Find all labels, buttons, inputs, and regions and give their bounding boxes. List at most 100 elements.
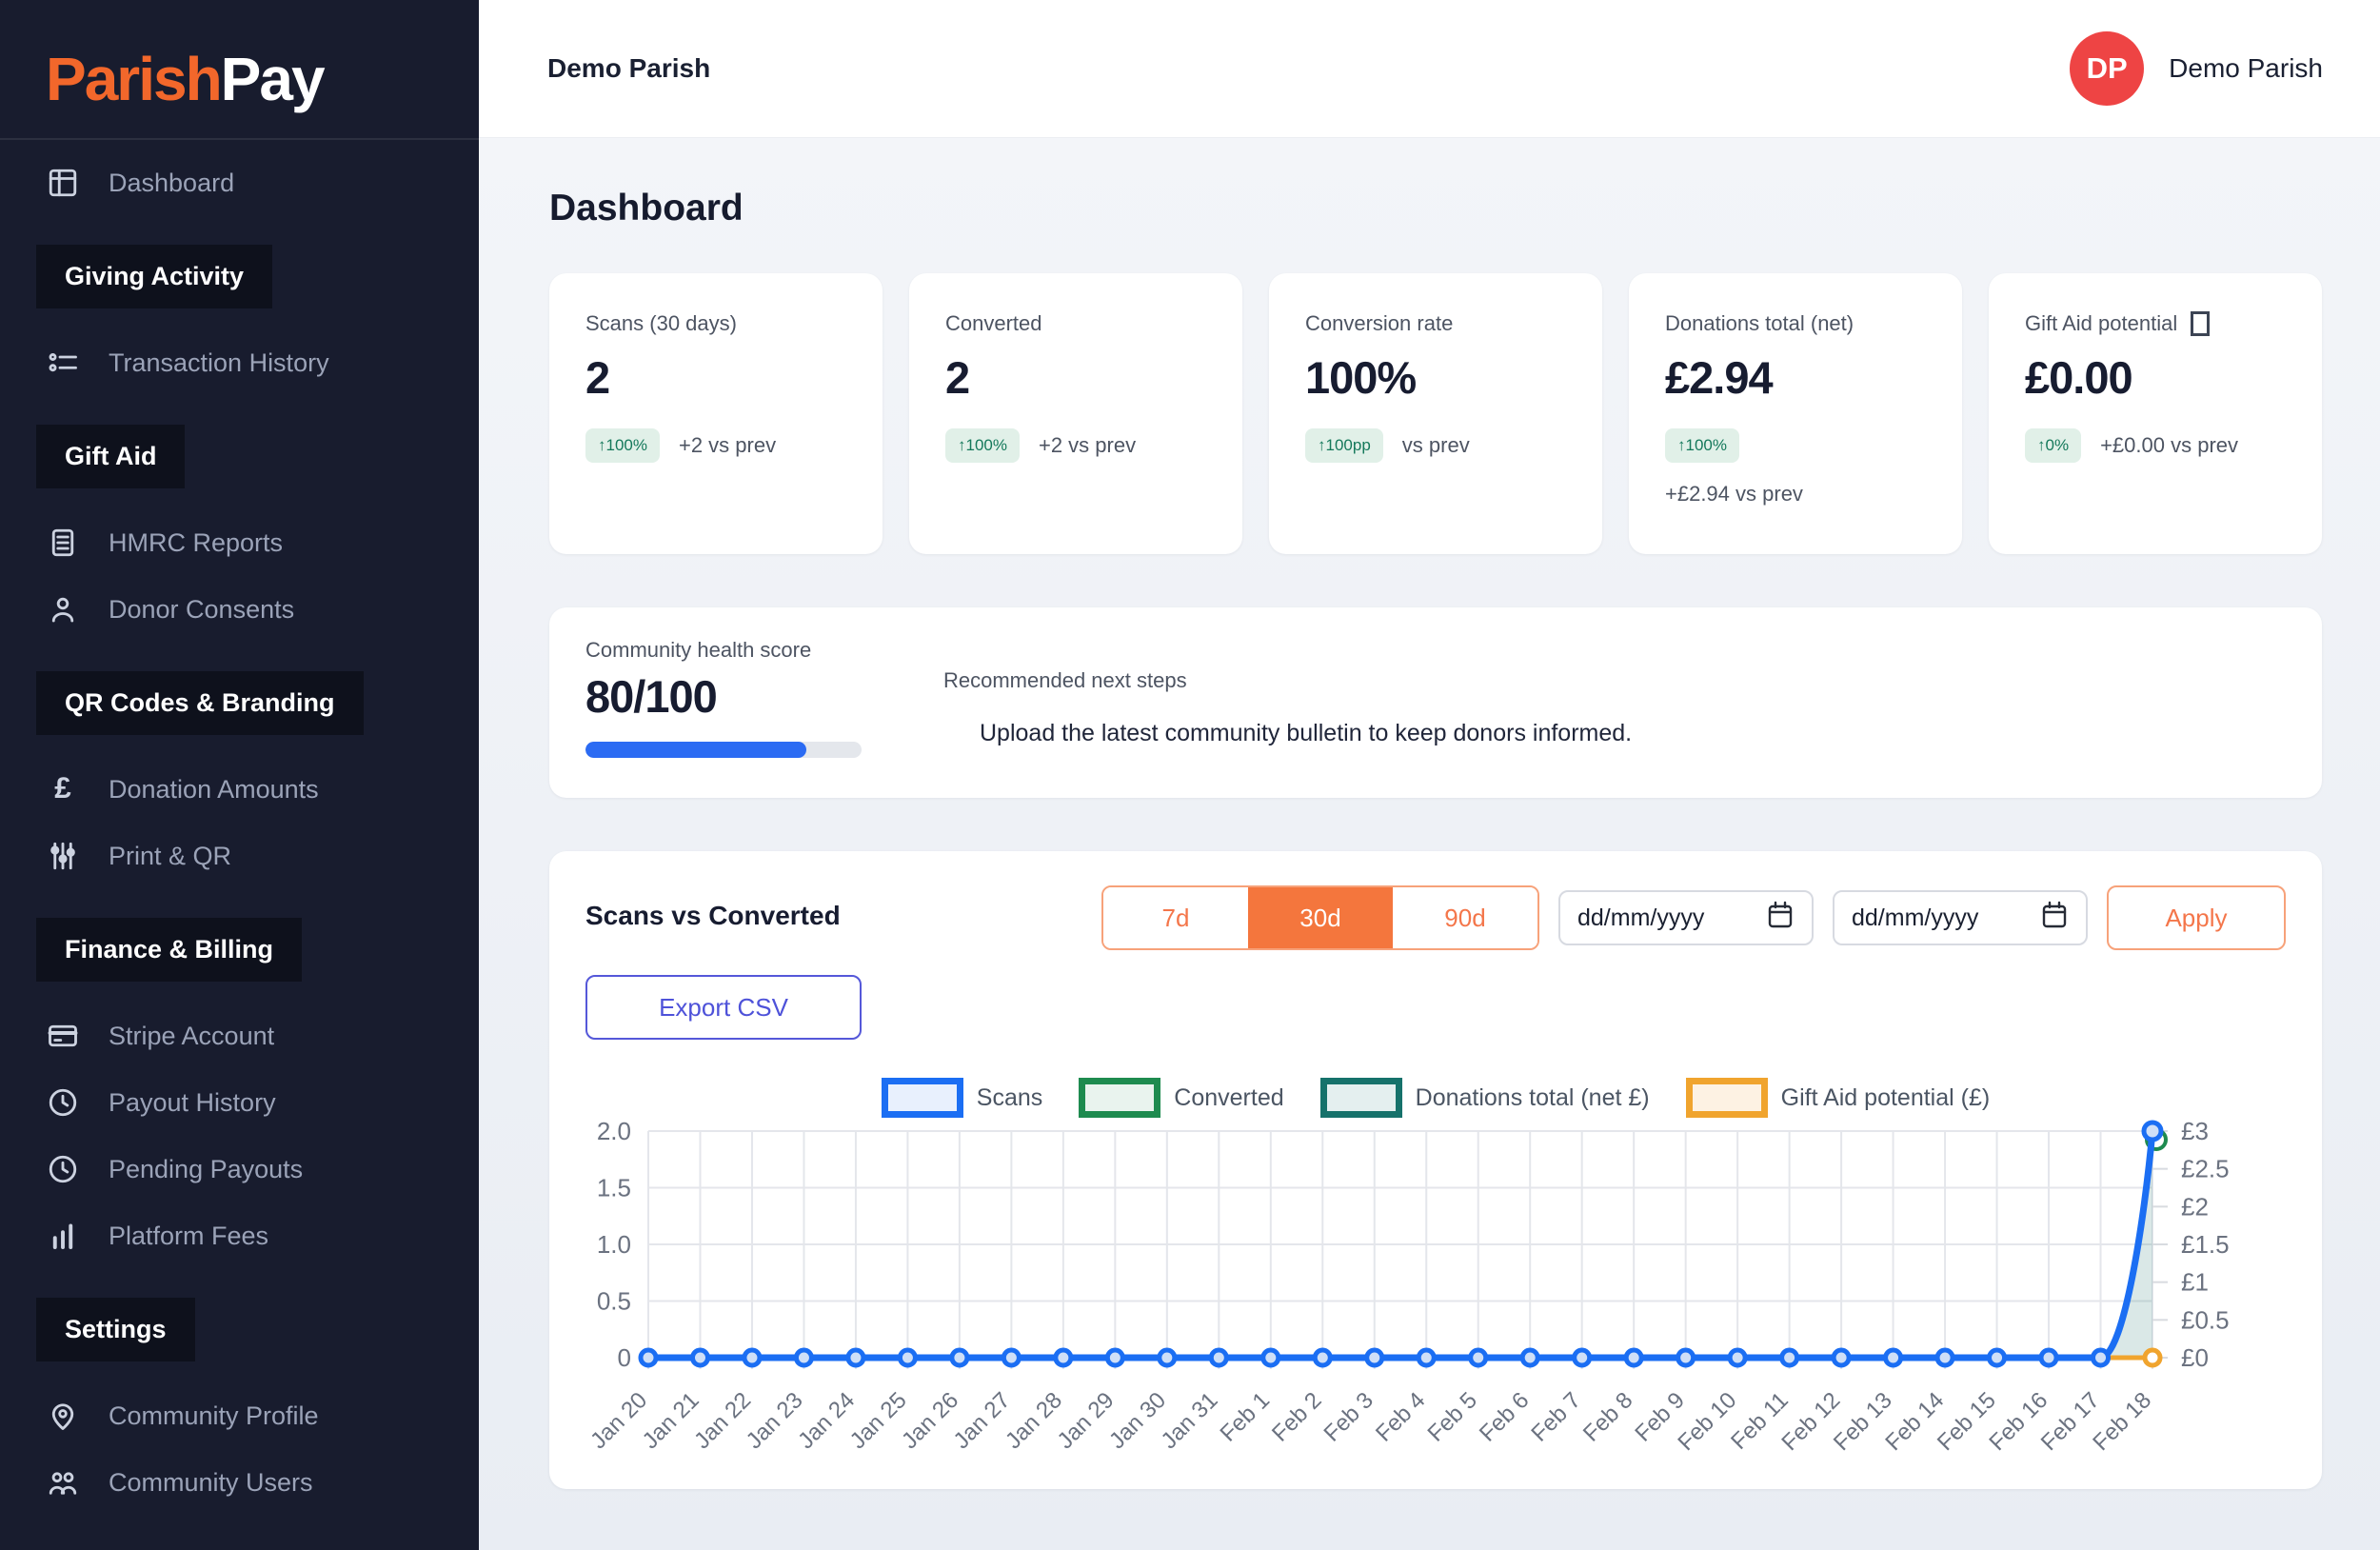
sidebar-item-platform-fees[interactable]: Platform Fees [0,1202,479,1269]
kpi-value: 2 [945,351,1206,404]
svg-text:Jan 25: Jan 25 [845,1387,912,1454]
legend-item-gift-aid[interactable]: Gift Aid potential (£) [1686,1078,1991,1118]
kpi-label: Gift Aid potential [2025,311,2177,336]
sidebar-section-gift-aid: Gift Aid [36,425,185,488]
svg-text:Feb 3: Feb 3 [1319,1387,1378,1446]
svg-text:Feb 7: Feb 7 [1526,1387,1585,1446]
dashboard-content: Dashboard Scans (30 days) 2 ↑100% +2 vs … [479,138,2380,1550]
sliders-icon [46,839,80,873]
calendar-icon[interactable] [1766,900,1795,937]
clock-icon [46,1085,80,1120]
date-to-input[interactable]: dd/mm/yyyy [1833,890,2088,945]
health-progress-track [585,742,862,758]
sidebar-item-community-profile[interactable]: Community Profile [0,1382,479,1449]
people-icon [46,1465,80,1500]
page-title: Dashboard [549,188,2322,229]
svg-text:£3: £3 [2181,1117,2209,1145]
svg-text:Feb 18: Feb 18 [2088,1387,2156,1456]
legend-item-donations-total[interactable]: Donations total (net £) [1320,1078,1650,1118]
trend-badge: ↑100% [1665,428,1739,463]
legend-label: Gift Aid potential (£) [1781,1084,1991,1112]
svg-text:0.5: 0.5 [597,1287,631,1316]
svg-text:Feb 6: Feb 6 [1475,1387,1534,1446]
kpi-value: £2.94 [1665,351,1926,404]
kpi-delta: +£2.94 vs prev [1665,482,1926,507]
scans-converted-line-chart: 2.01.51.00.50£3£2.5£2£1.5£1£0.5£0Jan 20J… [585,1122,2286,1477]
svg-text:Jan 31: Jan 31 [1157,1387,1223,1454]
sidebar-item-donor-consents[interactable]: Donor Consents [0,576,479,643]
svg-text:£0.5: £0.5 [2181,1305,2230,1334]
svg-text:Feb 12: Feb 12 [1776,1387,1845,1456]
export-csv-button[interactable]: Export CSV [585,975,862,1040]
sidebar-item-hmrc-reports[interactable]: HMRC Reports [0,509,479,576]
sidebar-item-label: Pending Payouts [109,1155,303,1184]
svg-text:Feb 1: Feb 1 [1216,1387,1275,1446]
document-icon [46,526,80,560]
kpi-label: Converted [945,311,1206,336]
avatar[interactable]: DP [2070,31,2144,106]
next-steps-label: Recommended next steps [943,668,1632,693]
svg-text:Jan 26: Jan 26 [897,1387,963,1454]
sidebar-item-label: Stripe Account [109,1022,274,1051]
sidebar: ParishPay Dashboard Giving Activity Tran… [0,0,479,1550]
trend-badge: ↑100% [945,428,1020,463]
apply-button[interactable]: Apply [2107,885,2286,950]
account-menu[interactable]: DP Demo Parish [2070,31,2323,106]
sidebar-item-stripe-account[interactable]: Stripe Account [0,1003,479,1069]
svg-text:Feb 10: Feb 10 [1673,1387,1741,1456]
legend-swatch [1686,1078,1768,1118]
range-90d-button[interactable]: 90d [1393,887,1537,948]
chart-legend: Scans Converted Donations total (net £) … [585,1078,2286,1118]
svg-text:£1.5: £1.5 [2181,1230,2230,1259]
legend-label: Donations total (net £) [1416,1084,1650,1112]
sidebar-item-donation-amounts[interactable]: £ Donation Amounts [0,756,479,823]
svg-text:£0: £0 [2181,1343,2209,1372]
trend-badge: ↑0% [2025,428,2081,463]
sidebar-item-dashboard[interactable]: Dashboard [0,149,479,216]
sidebar-item-pending-payouts[interactable]: Pending Payouts [0,1136,479,1202]
trend-badge: ↑100% [585,428,660,463]
sidebar-section-settings: Settings [36,1298,195,1361]
kpi-card-converted: Converted 2 ↑100% +2 vs prev [909,273,1242,554]
svg-text:£: £ [54,772,71,805]
sidebar-item-community-users[interactable]: Community Users [0,1449,479,1516]
kpi-value: 2 [585,351,846,404]
pound-icon: £ [46,772,80,806]
svg-text:£2: £2 [2181,1192,2209,1221]
sidebar-item-label: Print & QR [109,842,231,871]
svg-text:0: 0 [618,1343,631,1372]
sidebar-item-payout-history[interactable]: Payout History [0,1069,479,1136]
trend-badge: ↑100pp [1305,428,1383,463]
svg-text:Jan 20: Jan 20 [585,1387,652,1454]
sidebar-item-label: Payout History [109,1088,276,1118]
kpi-delta: +2 vs prev [679,433,776,458]
svg-text:2.0: 2.0 [597,1117,631,1145]
sidebar-item-label: Transaction History [109,348,329,378]
kpi-row: Scans (30 days) 2 ↑100% +2 vs prev Conve… [549,273,2322,554]
scans-vs-converted-card: Scans vs Converted 7d 30d 90d dd/mm/yyyy… [549,851,2322,1489]
kpi-label: Scans (30 days) [585,311,846,336]
next-steps-block: Recommended next steps Upload the latest… [943,638,1632,767]
svg-text:Jan 22: Jan 22 [689,1387,756,1454]
logo-part-pay: Pay [221,45,324,113]
chart-title: Scans vs Converted [585,885,841,931]
svg-text:£1: £1 [2181,1268,2209,1297]
date-to-placeholder: dd/mm/yyyy [1852,904,1978,932]
sidebar-item-transaction-history[interactable]: Transaction History [0,329,479,396]
sidebar-section-qr-codes-branding: QR Codes & Branding [36,671,364,735]
svg-text:Jan 21: Jan 21 [638,1387,704,1454]
legend-swatch [1320,1078,1402,1118]
kpi-delta: vs prev [1402,433,1470,458]
range-7d-button[interactable]: 7d [1103,887,1248,948]
info-icon [2191,311,2210,336]
svg-text:Feb 8: Feb 8 [1578,1387,1637,1446]
range-30d-button[interactable]: 30d [1248,887,1393,948]
legend-item-converted[interactable]: Converted [1079,1078,1283,1118]
kpi-card-scans: Scans (30 days) 2 ↑100% +2 vs prev [549,273,883,554]
calendar-icon[interactable] [2040,900,2069,937]
svg-text:Feb 14: Feb 14 [1880,1387,1949,1456]
legend-item-scans[interactable]: Scans [882,1078,1042,1118]
date-from-input[interactable]: dd/mm/yyyy [1558,890,1814,945]
sidebar-item-print-qr[interactable]: Print & QR [0,823,479,889]
credit-card-icon [46,1019,80,1053]
